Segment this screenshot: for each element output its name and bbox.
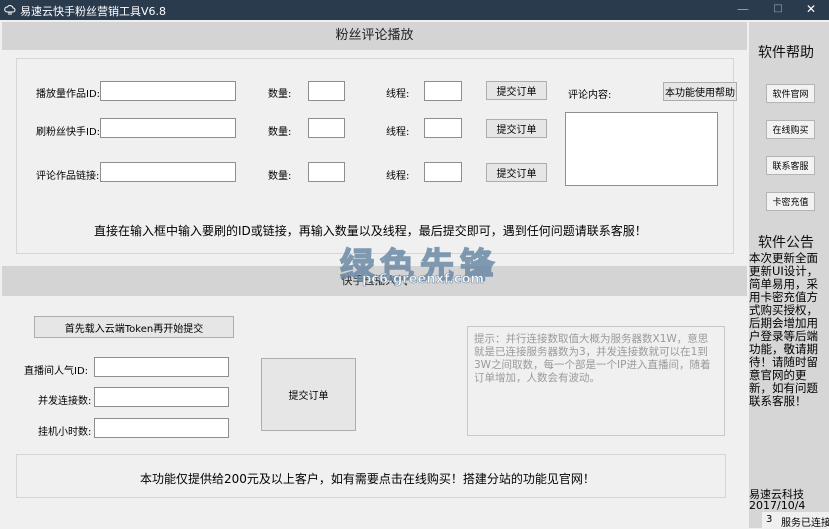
play-qty-label: 数量: [268, 89, 292, 100]
concurrent-conn-input[interactable] [94, 387, 229, 407]
fans-kuaishou-id-input[interactable] [100, 118, 236, 138]
fans-submit-button[interactable]: 提交订单 [486, 119, 547, 138]
main-panel: 粉丝评论播放 播放量作品ID: 数量: 线程: 提交订单 刷粉丝快手ID: 数量… [2, 22, 747, 528]
comment-work-link-label: 评论作品链接: [36, 171, 100, 182]
right-panel: 软件帮助 软件官网 在线购买 联系客服 卡密充值 软件公告 本次更新全面更新UI… [749, 22, 829, 528]
contact-support-button[interactable]: 联系客服 [766, 156, 815, 175]
comment-qty-input[interactable] [308, 162, 345, 182]
play-thread-input[interactable] [424, 81, 462, 101]
live-section-header: 快手直播人气 [2, 266, 747, 296]
live-submit-button[interactable]: 提交订单 [261, 358, 356, 431]
comment-work-link-input[interactable] [100, 162, 236, 182]
comment-content-label: 评论内容: [568, 90, 612, 101]
official-site-button[interactable]: 软件官网 [766, 84, 815, 103]
play-work-id-input[interactable] [100, 81, 236, 101]
hang-hours-input[interactable] [94, 418, 229, 438]
comment-thread-input[interactable] [424, 162, 462, 182]
comment-content-textarea[interactable] [565, 112, 718, 186]
play-work-id-label: 播放量作品ID: [36, 89, 101, 100]
fans-section-header: 粉丝评论播放 [2, 22, 747, 50]
buy-online-button[interactable]: 在线购买 [766, 120, 815, 139]
fans-qty-label: 数量: [268, 127, 292, 138]
window-title: 易速云快手粉丝营销工具V6.8 [20, 5, 167, 18]
fans-thread-label: 线程: [386, 127, 410, 138]
play-submit-button[interactable]: 提交订单 [486, 81, 547, 100]
maximize-button[interactable]: □ [768, 3, 788, 14]
play-qty-input[interactable] [308, 81, 345, 101]
feature-help-button[interactable]: 本功能使用帮助 [663, 82, 737, 101]
card-recharge-button[interactable]: 卡密充值 [766, 192, 815, 211]
status-bar: 3 服务已连接 [762, 512, 829, 529]
fans-qty-input[interactable] [308, 118, 345, 138]
app-cloud-icon [4, 5, 16, 15]
concurrent-conn-label: 并发连接数: [38, 396, 92, 407]
live-room-id-label: 直播间人气ID: [24, 366, 89, 377]
announcement-text: 本次更新全面更新UI设计，简单易用，采用卡密充值方式购买授权，后期会增加用户登录… [749, 251, 819, 408]
comment-thread-label: 线程: [386, 171, 410, 182]
connection-status: 服务已连接 [781, 518, 829, 529]
server-count: 3 [766, 514, 773, 525]
software-help-title: 软件帮助 [758, 45, 814, 61]
live-room-id-input[interactable] [94, 357, 229, 377]
load-cloud-token-button[interactable]: 首先载入云端Token再开始提交 [34, 316, 234, 338]
fans-thread-input[interactable] [424, 118, 462, 138]
hang-hours-label: 挂机小时数: [38, 427, 92, 438]
close-button[interactable]: ✕ [801, 2, 821, 16]
announcement-title: 软件公告 [758, 235, 814, 251]
play-thread-label: 线程: [386, 89, 410, 100]
title-bar: 易速云快手粉丝营销工具V6.8 — □ ✕ [0, 0, 829, 20]
fans-notice-text: 直接在输入框中输入要刷的ID或链接，再输入数量以及线程，最后提交即可，遇到任何问… [94, 224, 647, 238]
tip-box: 提示：并行连接数取值大概为服务器数X1W，意思就是已连接服务器数为3，并发连接数… [467, 326, 725, 436]
comment-qty-label: 数量: [268, 171, 292, 182]
live-notice-text: 本功能仅提供给200元及以上客户，如有需要点击在线购买！搭建分站的功能见官网！ [140, 472, 595, 486]
comment-submit-button[interactable]: 提交订单 [486, 163, 547, 182]
minimize-button[interactable]: — [733, 2, 753, 16]
release-date: 2017/10/4 [749, 499, 806, 512]
fans-kuaishou-id-label: 刷粉丝快手ID: [36, 127, 101, 138]
